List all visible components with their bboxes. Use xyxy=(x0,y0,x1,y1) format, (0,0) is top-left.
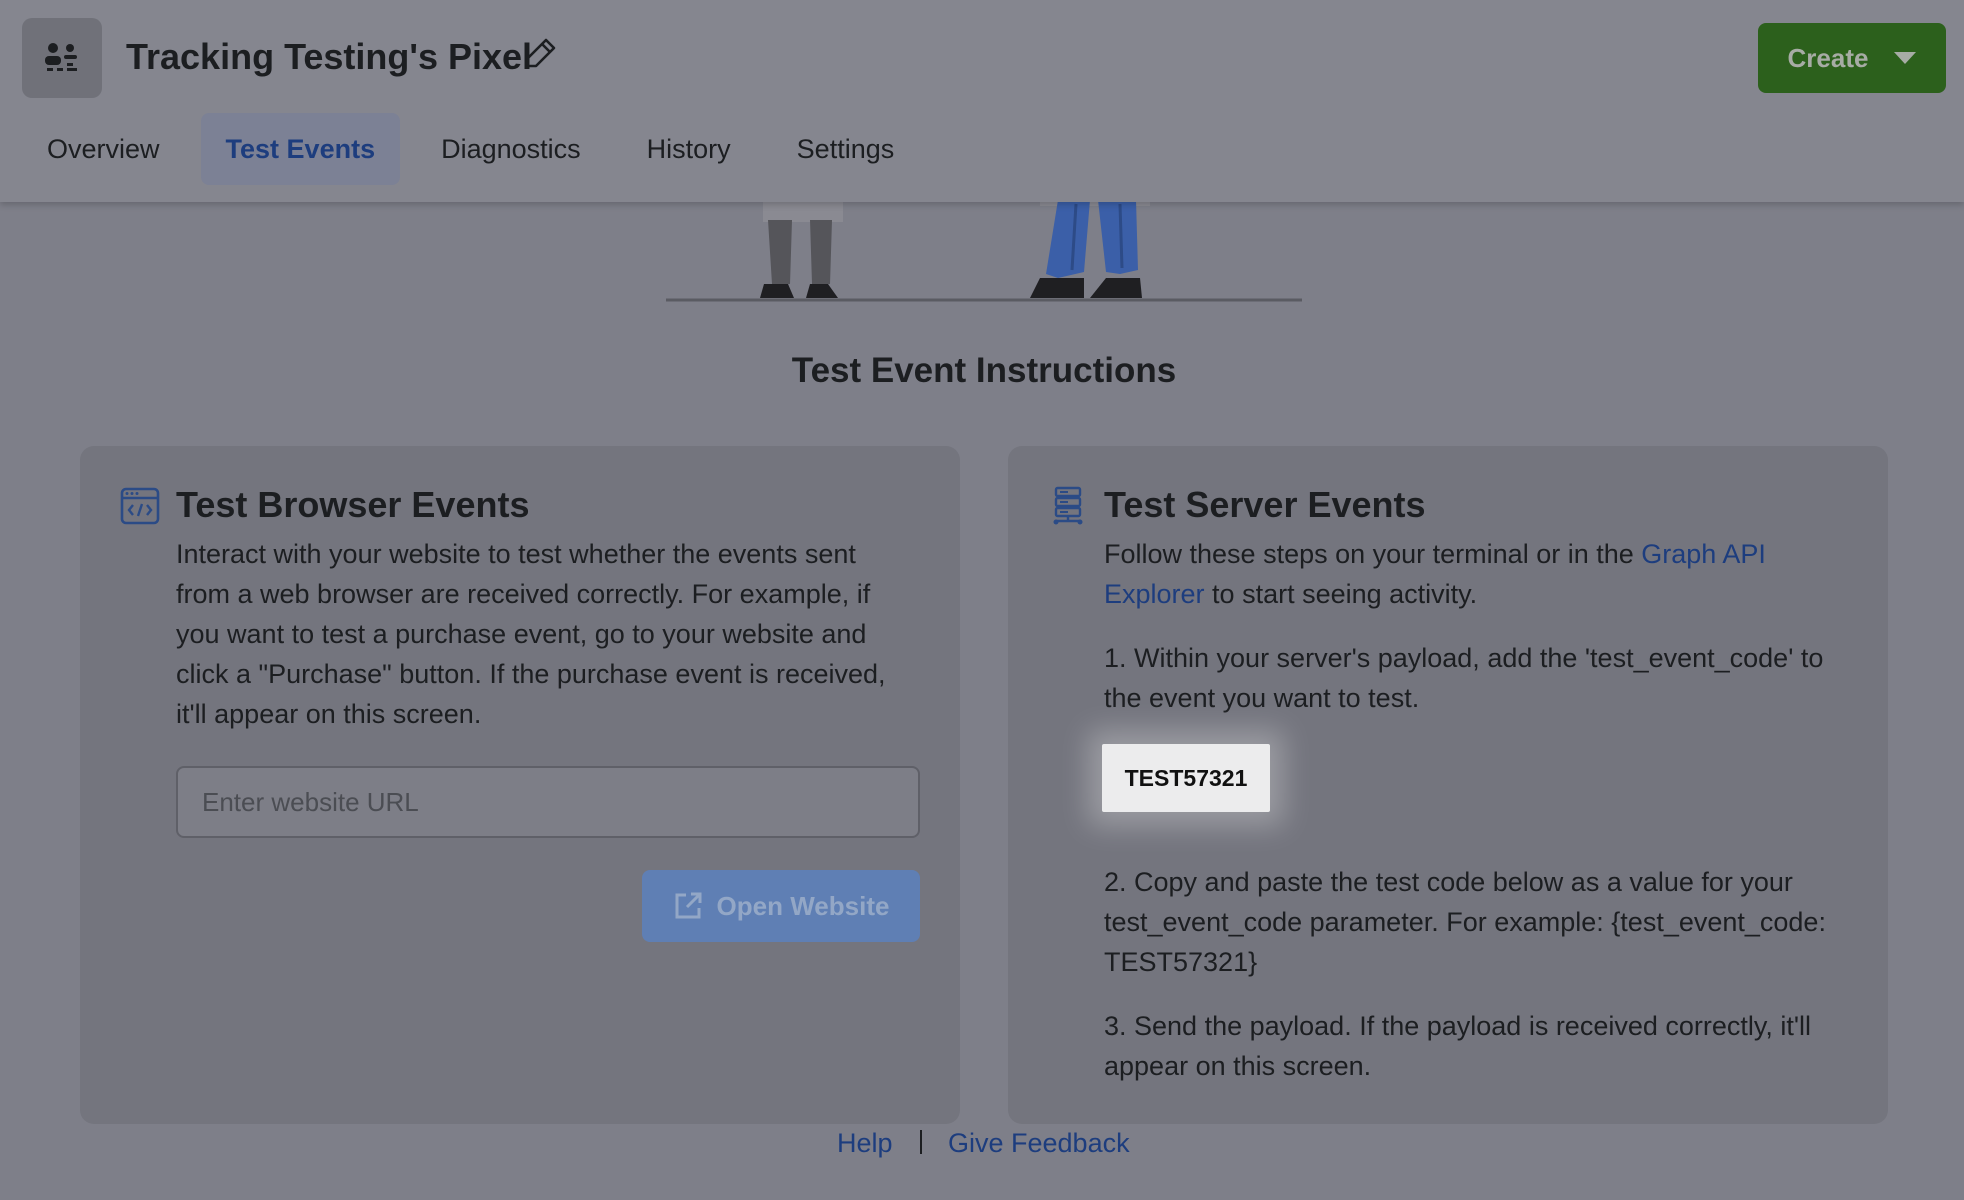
footer: Help Give Feedback xyxy=(0,1128,1964,1168)
instructions-title: Test Event Instructions xyxy=(791,351,1177,390)
open-website-label: Open Website xyxy=(716,890,890,921)
server-step-1: 1. Within your server's payload, add the… xyxy=(1104,643,1824,713)
test-event-code[interactable]: TEST57321 xyxy=(1102,744,1270,812)
people-icon xyxy=(45,43,77,71)
page-title: Tracking Testing's Pixel xyxy=(126,36,533,77)
browser-events-title: Test Browser Events xyxy=(176,484,530,525)
server-icon xyxy=(1053,486,1083,525)
tab-settings[interactable]: Settings xyxy=(772,113,920,185)
server-events-description: Follow these steps on your terminal or i… xyxy=(1104,534,1844,1110)
create-button[interactable]: Create xyxy=(1758,23,1946,93)
server-intro-suffix: to start seeing activity. xyxy=(1204,579,1478,609)
website-url-input[interactable] xyxy=(176,766,920,838)
tab-history[interactable]: History xyxy=(622,113,756,185)
tab-overview[interactable]: Overview xyxy=(22,113,185,185)
browser-events-card: Test Browser Events Interact with your w… xyxy=(80,446,960,1124)
open-website-button[interactable]: Open Website xyxy=(642,870,920,942)
server-intro-prefix: Follow these steps on your terminal or i… xyxy=(1104,539,1642,569)
browser-code-icon xyxy=(120,487,160,525)
browser-events-text: Interact with your website to test wheth… xyxy=(176,539,886,729)
footer-divider xyxy=(920,1130,922,1154)
pixel-icon[interactable] xyxy=(22,18,102,98)
create-button-label: Create xyxy=(1787,42,1869,73)
page-header: Tracking Testing's Pixel Create Overview… xyxy=(0,0,1964,202)
browser-events-description: Interact with your website to test wheth… xyxy=(176,534,916,758)
server-step-3: 3. Send the payload. If the payload is r… xyxy=(1104,1011,1812,1081)
people-illustration xyxy=(666,200,1302,302)
tab-test-events[interactable]: Test Events xyxy=(200,113,401,185)
server-intro: Follow these steps on your terminal or i… xyxy=(1104,534,1844,614)
help-link[interactable]: Help xyxy=(837,1128,893,1159)
tab-bar: Overview Test Events Diagnostics History… xyxy=(22,113,935,185)
server-step-2: 2. Copy and paste the test code below as… xyxy=(1104,867,1826,977)
tab-diagnostics[interactable]: Diagnostics xyxy=(416,113,606,185)
server-events-title: Test Server Events xyxy=(1104,484,1426,525)
pencil-edit-icon[interactable] xyxy=(524,36,558,70)
server-events-card: Test Server Events Follow these steps on… xyxy=(1008,446,1888,1124)
external-link-icon xyxy=(675,892,702,919)
give-feedback-link[interactable]: Give Feedback xyxy=(948,1128,1130,1159)
chevron-down-icon xyxy=(1894,52,1917,64)
